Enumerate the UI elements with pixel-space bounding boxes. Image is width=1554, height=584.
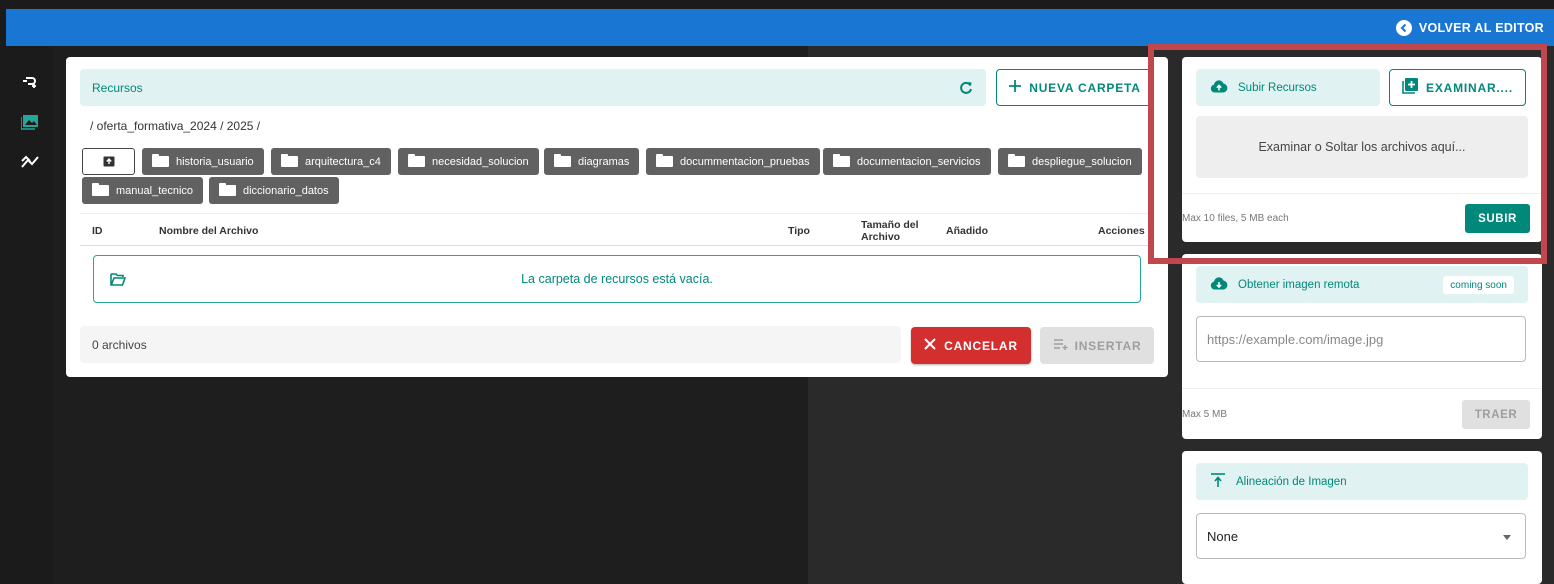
folder-icon xyxy=(152,154,169,167)
folder-up-icon xyxy=(103,156,114,167)
remote-header: Obtener imagen remota coming soon xyxy=(1196,266,1528,303)
alignment-panel: Alineación de Imagen None xyxy=(1182,451,1542,584)
folder-icon xyxy=(833,154,850,167)
empty-message: La carpeta de recursos está vacía. xyxy=(521,272,713,286)
folder-chip[interactable]: diccionario_datos xyxy=(209,177,339,204)
folder-icon xyxy=(554,154,571,167)
column-added: Añadido xyxy=(946,224,988,237)
dropdown-caret-icon xyxy=(1503,535,1511,540)
folder-chip[interactable]: historia_usuario xyxy=(142,148,264,175)
folder-icon xyxy=(219,183,236,196)
breadcrumb: / oferta_formativa_2024 / 2025 / xyxy=(90,119,261,133)
cancel-button[interactable]: CANCELAR xyxy=(911,327,1031,364)
top-bar: VOLVER AL EDITOR xyxy=(6,9,1554,46)
playlist-add-icon xyxy=(1053,338,1069,353)
vertical-align-top-icon xyxy=(1210,472,1226,491)
back-to-editor-button[interactable]: VOLVER AL EDITOR xyxy=(1395,9,1544,46)
column-type: Tipo xyxy=(788,224,810,237)
column-name: Nombre del Archivo xyxy=(159,224,259,237)
folder-icon xyxy=(1008,154,1025,167)
folder-chip[interactable]: diagramas xyxy=(544,148,640,175)
upload-header: Subir Recursos xyxy=(1196,69,1380,106)
resources-header: Recursos xyxy=(80,69,986,106)
folder-icon xyxy=(281,154,298,167)
insert-label: INSERTAR xyxy=(1074,338,1142,353)
alignment-select[interactable]: None xyxy=(1196,513,1526,559)
cloud-upload-icon xyxy=(1210,79,1228,96)
alignment-title: Alineación de Imagen xyxy=(1236,475,1347,488)
cloud-download-icon xyxy=(1210,276,1228,293)
fetch-button[interactable]: TRAER xyxy=(1462,400,1530,429)
resources-title: Recursos xyxy=(92,80,143,95)
folder-icon xyxy=(408,154,425,167)
file-dropzone[interactable]: Examinar o Soltar los archivos aquí... xyxy=(1196,116,1528,178)
folder-icon xyxy=(656,154,673,167)
remote-limits: Max 5 MB xyxy=(1182,409,1228,420)
coming-soon-badge: coming soon xyxy=(1443,276,1514,294)
remote-url-input[interactable] xyxy=(1196,316,1526,362)
chart-line-icon[interactable] xyxy=(20,152,40,172)
upload-title: Subir Recursos xyxy=(1238,81,1317,94)
arrow-left-circle-icon xyxy=(1395,19,1412,36)
folder-chip[interactable]: despliegue_solucion xyxy=(998,148,1142,175)
folder-chip[interactable]: manual_tecnico xyxy=(82,177,204,204)
folder-chip[interactable]: necesidad_solucion xyxy=(398,148,539,175)
folder-up-button[interactable] xyxy=(82,148,135,175)
alignment-value: None xyxy=(1207,528,1239,544)
alignment-header: Alineación de Imagen xyxy=(1196,463,1528,500)
column-actions: Acciones xyxy=(1098,224,1145,237)
insert-button[interactable]: INSERTAR xyxy=(1040,327,1154,364)
folder-chip[interactable]: arquitectura_c4 xyxy=(271,148,391,175)
resources-dialog: Recursos NUEVA CARPETA / oferta_formativ… xyxy=(66,57,1168,377)
column-size: Tamaño del Archivo xyxy=(861,218,919,243)
column-id: ID xyxy=(92,224,103,237)
folder-icon xyxy=(92,183,109,196)
new-folder-label: NUEVA CARPETA xyxy=(1029,80,1141,95)
browse-button[interactable]: EXAMINAR.... xyxy=(1389,69,1526,106)
plus-icon xyxy=(1009,80,1022,95)
close-icon xyxy=(924,338,936,353)
remote-image-panel: Obtener imagen remota coming soon Max 5 … xyxy=(1182,254,1542,439)
files-table-header: ID Nombre del Archivo Tipo Tamaño del Ar… xyxy=(80,213,1154,246)
back-to-editor-label: VOLVER AL EDITOR xyxy=(1418,20,1544,35)
image-library-icon[interactable] xyxy=(20,112,40,132)
file-count: 0 archivos xyxy=(80,326,901,363)
browse-label: EXAMINAR.... xyxy=(1426,80,1513,95)
upload-panel: Subir Recursos EXAMINAR.... Examinar o S… xyxy=(1182,57,1542,242)
new-folder-button[interactable]: NUEVA CARPETA xyxy=(996,69,1154,106)
submit-upload-button[interactable]: SUBIR xyxy=(1465,204,1530,233)
library-add-icon xyxy=(1402,78,1419,97)
folder-chip[interactable]: docummentacion_pruebas xyxy=(646,148,820,175)
folder-open-icon xyxy=(109,271,127,287)
cancel-label: CANCELAR xyxy=(944,338,1018,353)
link-icon[interactable] xyxy=(20,72,40,92)
empty-folder-alert: La carpeta de recursos está vacía. xyxy=(93,255,1141,303)
folder-chip[interactable]: documentacion_servicios xyxy=(823,148,991,175)
left-rail xyxy=(6,46,54,584)
remote-title: Obtener imagen remota xyxy=(1238,278,1360,291)
upload-limits: Max 10 files, 5 MB each xyxy=(1182,213,1289,224)
refresh-icon[interactable] xyxy=(958,80,974,96)
